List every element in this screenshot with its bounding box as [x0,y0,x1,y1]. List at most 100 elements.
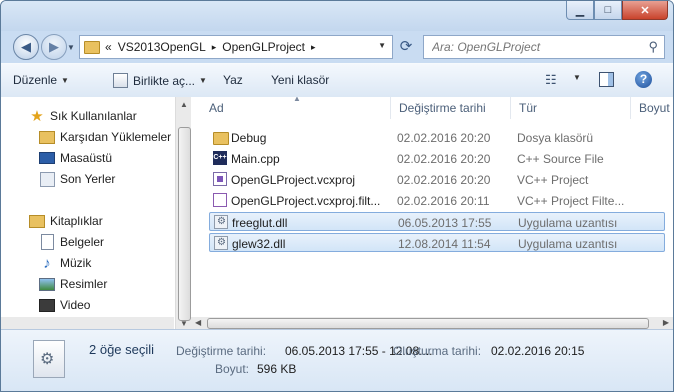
breadcrumb-overflow[interactable]: « [105,40,112,54]
cpp-file-icon: C++ [213,151,227,165]
scroll-up-icon[interactable]: ▲ [180,100,188,109]
sidebar-item-desktop[interactable]: Masaüstü [39,149,112,167]
star-icon: ★ [30,108,44,125]
include-button[interactable]: Birlikte aç... ▼ [113,73,207,88]
chevron-down-icon: ▼ [199,76,207,85]
file-row[interactable]: OpenGLProject.vcxproj 02.02.2016 20:20 V… [209,170,665,189]
preview-pane-icon [599,72,614,87]
recent-pages-dropdown[interactable]: ▼ [67,43,75,52]
sidebar-item-pictures[interactable]: Resimler [39,275,107,293]
command-bar: Düzenle ▼ Birlikte aç... ▼ Yaz Yeni klas… [1,63,673,98]
forward-arrow-icon: ▶ [49,39,59,54]
vcxproj-file-icon [213,172,227,186]
sidebar-item-music[interactable]: ♪ Müzik [39,254,91,272]
file-row[interactable]: C++ Main.cpp 02.02.2016 20:20 C++ Source… [209,149,665,168]
minimize-button[interactable]: ▁ [566,1,594,20]
burn-label: Yaz [223,73,243,87]
column-header-label: Tür [519,101,537,115]
sidebar-item-downloads[interactable]: Karşıdan Yüklemeler [39,128,171,146]
recent-places-icon [39,171,55,187]
back-button[interactable]: ◀ [13,34,39,60]
modified-label: Değiştirme tarihi: [176,344,267,358]
breadcrumb-separator[interactable]: ▸ [212,42,217,53]
sidebar-item-label: Resimler [60,277,108,291]
pictures-icon [39,276,55,292]
created-label: Oluşturma tarihi: [393,344,482,358]
folder-icon [84,40,100,54]
file-row[interactable]: Debug 02.02.2016 20:20 Dosya klasörü [209,128,665,147]
folder-icon [213,132,229,145]
file-row[interactable]: glew32.dll 12.08.2014 11:54 Uygulama uza… [209,233,665,252]
file-name: OpenGLProject.vcxproj.filt... [231,194,381,208]
navigation-horizontal-scrollbar[interactable] [1,317,174,329]
column-header-type[interactable]: Tür [511,97,631,119]
back-arrow-icon: ◀ [21,39,31,54]
help-button[interactable]: ? [635,71,652,88]
file-list: ▲ Ad Değiştirme tarihi Tür Boyut Debug 0… [201,97,673,329]
documents-icon [39,234,55,250]
change-view-button[interactable]: ☷ [545,72,557,88]
sidebar-item-documents[interactable]: Belgeler [39,233,104,251]
search-input[interactable] [430,39,644,55]
refresh-button[interactable]: ⟳ [395,35,417,57]
sidebar-item-video[interactable]: Video [39,296,90,314]
breadcrumb-separator[interactable]: ▸ [311,42,316,53]
sidebar-item-label: Müzik [60,256,92,270]
search-box[interactable]: ⚲ [423,35,665,59]
organize-button[interactable]: Düzenle ▼ [13,73,69,87]
breadcrumb-item-openglproject[interactable]: OpenGLProject [222,40,305,54]
maximize-button[interactable]: □ [594,1,622,20]
column-header-size[interactable]: Boyut [631,97,673,119]
new-folder-button[interactable]: Yeni klasör [271,73,329,87]
sidebar-item-label: Kitaplıklar [50,214,103,228]
minimize-icon: ▁ [575,4,585,17]
view-options-dropdown[interactable]: ▼ [569,73,581,82]
view-list-icon: ☷ [545,72,557,87]
preview-pane-button[interactable] [599,72,614,87]
file-type: C++ Source File [517,152,604,166]
search-icon[interactable]: ⚲ [648,39,658,55]
address-dropdown-icon[interactable]: ▼ [378,41,386,50]
file-date: 02.02.2016 20:11 [397,194,490,208]
details-pane: ⚙ 2 öğe seçili Değiştirme tarihi: 06.05.… [1,329,673,391]
file-name: OpenGLProject.vcxproj [231,173,356,187]
column-header-label: Değiştirme tarihi [399,101,486,115]
scroll-thumb[interactable] [207,318,649,329]
column-header-label: Ad [209,101,224,115]
navigation-vertical-scrollbar[interactable]: ▲ ▼ [175,97,192,329]
file-type: VC++ Project Filte... [517,194,625,208]
scroll-down-icon[interactable]: ▼ [180,319,188,328]
file-date: 06.05.2013 17:55 [398,216,492,230]
forward-button[interactable]: ▶ [41,34,67,60]
content-area: ★ Sık Kullanılanlar Karşıdan Yüklemeler … [1,97,673,329]
file-row[interactable]: OpenGLProject.vcxproj.filt... 02.02.2016… [209,191,665,210]
file-date: 02.02.2016 20:20 [397,173,491,187]
gear-icon: ⚙ [40,351,55,368]
video-icon [39,297,55,313]
burn-button[interactable]: Yaz [223,73,243,87]
maximize-icon: □ [604,4,612,16]
selected-files-icon: ⚙ [33,340,65,378]
sidebar-item-libraries[interactable]: Kitaplıklar [29,212,103,230]
scroll-left-icon[interactable]: ◀ [195,318,201,327]
column-header-date[interactable]: Değiştirme tarihi [391,97,511,119]
scroll-thumb[interactable] [178,127,191,321]
size-label: Boyut: [215,362,250,376]
file-row[interactable]: freeglut.dll 06.05.2013 17:55 Uygulama u… [209,212,665,231]
selection-count: 2 öğe seçili [89,342,155,357]
close-button[interactable]: ✕ [622,1,668,20]
breadcrumb: « VS2013OpenGL ▸ OpenGLProject ▸ [105,40,322,54]
file-name: Debug [231,131,267,145]
sidebar-item-favorites[interactable]: ★ Sık Kullanılanlar [29,107,136,125]
help-icon: ? [635,71,652,88]
open-with-icon [113,73,128,88]
file-date: 02.02.2016 20:20 [397,131,491,145]
column-header-name[interactable]: ▲ Ad [201,97,391,119]
breadcrumb-item-vs2013opengl[interactable]: VS2013OpenGL [118,40,206,54]
file-list-horizontal-scrollbar[interactable]: ◀ ▶ [191,317,673,329]
pane-splitter[interactable] [191,97,199,329]
address-bar[interactable]: « VS2013OpenGL ▸ OpenGLProject ▸ ▼ [79,35,393,59]
dll-file-icon [214,236,228,250]
sidebar-item-recent-places[interactable]: Son Yerler [39,170,115,188]
scroll-right-icon[interactable]: ▶ [663,318,669,327]
